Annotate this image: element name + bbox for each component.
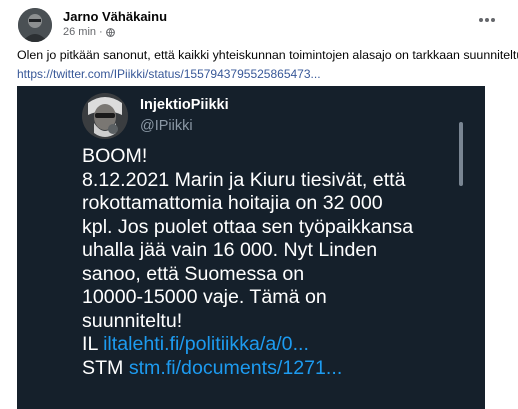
tweet-screenshot[interactable]: InjektioPiikki @IPiikki BOOM! 8.12.2021 …: [17, 86, 485, 409]
tweet-author-name: InjektioPiikki: [140, 97, 229, 113]
time-separator: ·: [99, 26, 103, 38]
tweet-author-handle: @IPiikki: [140, 118, 193, 134]
tweet-line: BOOM!: [82, 145, 148, 167]
tweet-line: 8.12.2021 Marin ja Kiuru tiesivät, että: [82, 168, 406, 191]
author-name[interactable]: Jarno Vähäkainu: [63, 9, 167, 24]
tweet-line: uhalla jää vain 16 000. Nyt Linden: [82, 239, 378, 261]
author-avatar[interactable]: [18, 8, 52, 42]
more-options-icon[interactable]: [473, 10, 501, 30]
globe-icon: [105, 27, 115, 37]
post-link[interactable]: https://twitter.com/IPiikki/status/15579…: [17, 67, 321, 81]
stm-label: STM: [82, 356, 124, 379]
tweet-stm-line: STM stm.fi/documents/1271...: [82, 357, 462, 381]
stm-link[interactable]: stm.fi/documents/1271...: [129, 357, 342, 379]
tweet-line: kpl. Jos puolet ottaa sen työpaikkansa: [82, 215, 414, 238]
tweet-line: rokottamattomia hoitajia on 32 000: [82, 192, 383, 214]
il-label: IL: [82, 333, 98, 355]
facebook-post: Jarno Vähäkainu 26 min · Olen jo pitkään…: [0, 0, 518, 409]
il-link[interactable]: iltalehti.fi/politiikka/a/0...: [103, 333, 309, 355]
tweet-il-line: IL iltalehti.fi/politiikka/a/0...: [82, 333, 462, 357]
tweet-body: BOOM! 8.12.2021 Marin ja Kiuru tiesivät,…: [82, 145, 462, 380]
post-meta: 26 min ·: [63, 26, 115, 38]
tweet-avatar: [82, 93, 128, 139]
post-time[interactable]: 26 min: [63, 26, 96, 38]
tweet-line: sanoo, että Suomessa on: [82, 262, 305, 285]
tweet-line: suunniteltu!: [82, 309, 183, 332]
post-text: Olen jo pitkään sanonut, että kaikki yht…: [17, 48, 518, 62]
tweet-line: 10000-15000 vaje. Tämä on: [82, 286, 327, 308]
